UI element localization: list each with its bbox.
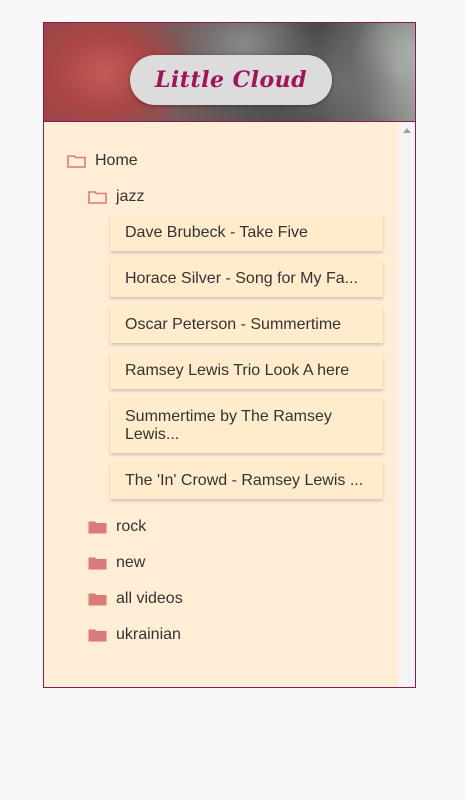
scroll-up-arrow-icon[interactable] — [403, 128, 411, 133]
header-banner: Little Cloud — [44, 23, 415, 122]
track-title: Ramsey Lewis Trio Look A here — [125, 362, 350, 379]
tree-node-label: new — [116, 554, 146, 571]
folder-tree: Home jazz Dave Brubeck - Take Five Horac… — [44, 122, 399, 687]
tree-node-label: jazz — [116, 188, 145, 205]
track-item[interactable]: Summertime by The Ramsey Lewis... — [110, 399, 383, 453]
tree-node-label: rock — [116, 518, 147, 535]
playlist-panel: Little Cloud Home jazz Dave Brubeck - Ta… — [43, 22, 416, 688]
track-item[interactable]: The 'In' Crowd - Ramsey Lewis ... — [110, 463, 383, 499]
tree-node-home[interactable]: Home — [67, 152, 138, 170]
logo-text: Little Cloud — [154, 67, 308, 93]
track-title: The 'In' Crowd - Ramsey Lewis ... — [125, 472, 364, 489]
track-title: Dave Brubeck - Take Five — [125, 224, 308, 241]
folder-filled-icon — [88, 628, 107, 642]
folder-outline-icon — [88, 190, 107, 204]
tree-node-ukrainian[interactable]: ukrainian — [88, 626, 181, 644]
tree-node-jazz[interactable]: jazz — [88, 188, 144, 206]
tree-node-label: Home — [95, 152, 138, 169]
track-title: Summertime by The Ramsey Lewis... — [125, 408, 332, 443]
track-item[interactable]: Dave Brubeck - Take Five — [110, 215, 383, 251]
track-title: Oscar Peterson - Summertime — [125, 316, 342, 333]
tree-node-label: all videos — [116, 590, 183, 607]
folder-outline-icon — [67, 154, 86, 168]
tree-node-new[interactable]: new — [88, 554, 145, 572]
track-title: Horace Silver - Song for My Fa... — [125, 270, 358, 287]
track-item[interactable]: Oscar Peterson - Summertime — [110, 307, 383, 343]
logo[interactable]: Little Cloud — [130, 55, 332, 105]
folder-filled-icon — [88, 520, 107, 534]
folder-filled-icon — [88, 592, 107, 606]
tree-node-rock[interactable]: rock — [88, 518, 146, 536]
folder-filled-icon — [88, 556, 107, 570]
track-item[interactable]: Horace Silver - Song for My Fa... — [110, 261, 383, 297]
scrollbar[interactable] — [399, 122, 415, 687]
track-item[interactable]: Ramsey Lewis Trio Look A here — [110, 353, 383, 389]
tree-node-all-videos[interactable]: all videos — [88, 590, 183, 608]
tree-node-label: ukrainian — [116, 626, 181, 643]
